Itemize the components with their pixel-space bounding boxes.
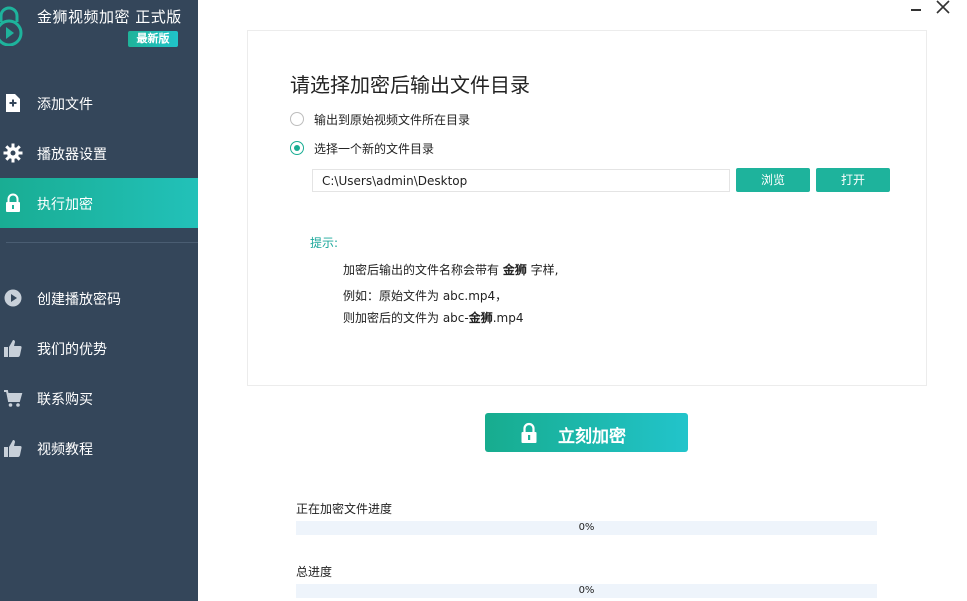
play-circle-icon [4, 289, 22, 307]
thumbs-up-icon [4, 440, 22, 457]
sidebar-item-label: 播放器设置 [37, 147, 107, 163]
sidebar-item-add-file[interactable]: 添加文件 [0, 78, 198, 128]
sidebar-item-video-tutorial[interactable]: 视频教程 [0, 423, 198, 473]
add-file-icon [6, 94, 20, 112]
output-path-input[interactable] [312, 169, 730, 192]
thumbs-up-icon [4, 340, 22, 357]
radio-original-dir[interactable] [290, 112, 304, 126]
sidebar-item-encrypt[interactable]: 执行加密 [0, 178, 198, 228]
minimize-icon[interactable] [910, 4, 922, 16]
radio-new-dir[interactable] [290, 141, 304, 155]
encrypt-now-button[interactable]: 立刻加密 [485, 413, 688, 452]
tip-title: 提示: [310, 236, 339, 250]
close-icon[interactable] [935, 0, 951, 14]
panel-title: 请选择加密后输出文件目录 [290, 73, 530, 97]
lock-icon [521, 422, 537, 443]
tip-line-1: 加密后输出的文件名称会带有 金狮 字样, [343, 261, 558, 278]
tip-line-2: 例如：原始文件为 abc.mp4， [343, 289, 508, 303]
sidebar-item-create-password[interactable]: 创建播放密码 [0, 273, 198, 323]
sidebar-item-label: 视频教程 [37, 442, 93, 458]
file-progress-text: 0% [578, 522, 595, 533]
sidebar-item-label: 联系购买 [37, 392, 93, 408]
app-logo-icon [0, 6, 23, 46]
sidebar-item-label: 添加文件 [37, 97, 93, 113]
tip-text: .mp4 [492, 311, 524, 325]
lock-icon [6, 193, 20, 212]
file-progress-bar: 0% [296, 521, 877, 535]
tip-brand: 金狮 [502, 263, 527, 277]
option-label: 输出到原始视频文件所在目录 [314, 112, 471, 127]
cart-icon [4, 390, 23, 407]
sidebar-item-label: 创建播放密码 [37, 292, 121, 308]
option-new-dir[interactable]: 选择一个新的文件目录 [290, 139, 434, 157]
app-title: 金狮视频加密 正式版 [37, 8, 182, 26]
browse-button[interactable]: 浏览 [736, 168, 810, 192]
total-progress-bar: 0% [296, 584, 877, 598]
sidebar-item-contact-purchase[interactable]: 联系购买 [0, 373, 198, 423]
tip-text: 字样, [526, 263, 559, 277]
open-button[interactable]: 打开 [816, 168, 890, 192]
sidebar: 金狮视频加密 正式版 最新版 添加文件 播放器设置 执行加密 创建播放密码 我们… [0, 0, 198, 601]
tip-brand: 金狮 [468, 311, 493, 325]
sidebar-item-label: 执行加密 [37, 197, 93, 213]
sidebar-item-label: 我们的优势 [37, 342, 107, 358]
option-label: 选择一个新的文件目录 [314, 141, 435, 156]
total-progress-label: 总进度 [296, 565, 333, 579]
encrypt-button-label: 立刻加密 [558, 427, 626, 447]
total-progress-text: 0% [578, 585, 595, 596]
sidebar-item-player-settings[interactable]: 播放器设置 [0, 128, 198, 178]
file-progress-label: 正在加密文件进度 [296, 502, 393, 516]
gear-icon [3, 143, 23, 163]
output-settings-panel: 请选择加密后输出文件目录 输出到原始视频文件所在目录 选择一个新的文件目录 浏览… [247, 30, 927, 386]
version-badge: 最新版 [128, 31, 178, 47]
option-original-dir[interactable]: 输出到原始视频文件所在目录 [290, 110, 470, 128]
sidebar-item-advantages[interactable]: 我们的优势 [0, 323, 198, 373]
brand: 金狮视频加密 正式版 最新版 [0, 0, 198, 56]
tip-text: 则加密后的文件为 abc- [343, 311, 469, 325]
sidebar-divider [6, 242, 198, 243]
tip-line-3: 则加密后的文件为 abc-金狮.mp4 [343, 309, 524, 326]
tip-text: 加密后输出的文件名称会带有 [343, 263, 503, 277]
